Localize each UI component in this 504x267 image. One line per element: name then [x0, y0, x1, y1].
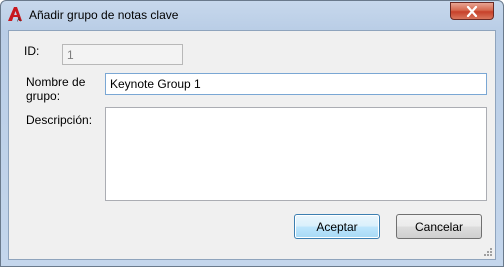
autocad-a-icon: A	[8, 7, 22, 23]
description-textarea[interactable]	[105, 107, 487, 201]
group-name-input[interactable]	[105, 73, 487, 95]
id-label: ID:	[24, 44, 40, 58]
svg-text:A: A	[17, 18, 21, 23]
group-name-label-line1: Nombre de	[26, 75, 86, 89]
dialog-window: A Añadir grupo de notas clave ID: 1 Nomb…	[0, 0, 504, 267]
close-icon	[466, 5, 478, 17]
title-bar[interactable]: A Añadir grupo de notas clave	[1, 1, 503, 29]
group-name-label-line2: grupo:	[26, 89, 61, 103]
description-label: Descripción:	[26, 113, 93, 127]
dialog-content: ID: 1 Nombre de grupo: Descripción: Acep…	[8, 30, 496, 260]
close-button[interactable]	[450, 2, 494, 20]
accept-button[interactable]: Aceptar	[294, 214, 380, 239]
id-field: 1	[62, 44, 183, 65]
window-title: Añadir grupo de notas clave	[29, 8, 179, 22]
cancel-button[interactable]: Cancelar	[396, 214, 482, 239]
resize-grip-icon[interactable]	[483, 247, 493, 257]
